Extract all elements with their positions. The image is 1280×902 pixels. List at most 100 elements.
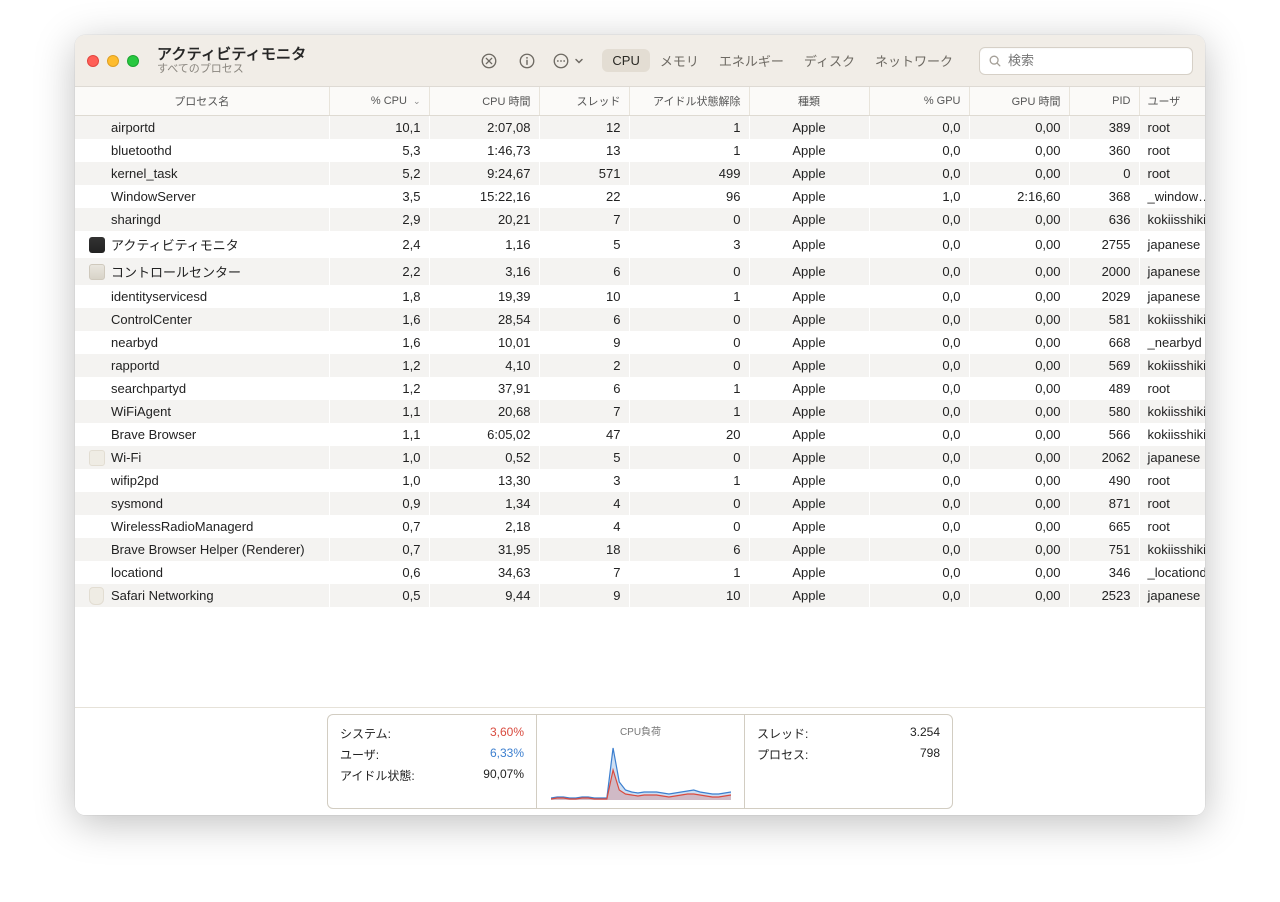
table-row[interactable]: identityservicesd 1,8 19,39 10 1 Apple 0… bbox=[75, 285, 1205, 308]
cpu-load-chart-panel: CPU負荷 bbox=[536, 715, 744, 808]
cell-threads: 4 bbox=[539, 492, 629, 515]
cell-gpu-percent: 0,0 bbox=[869, 285, 969, 308]
col-user[interactable]: ユーザ bbox=[1139, 87, 1205, 116]
cell-gpu-time: 0,00 bbox=[969, 538, 1069, 561]
cell-kind: Apple bbox=[749, 515, 869, 538]
table-row[interactable]: ControlCenter 1,6 28,54 6 0 Apple 0,0 0,… bbox=[75, 308, 1205, 331]
cell-process-name: WirelessRadioManagerd bbox=[75, 515, 329, 538]
cell-threads: 5 bbox=[539, 446, 629, 469]
table-row[interactable]: Brave Browser 1,1 6:05,02 47 20 Apple 0,… bbox=[75, 423, 1205, 446]
table-row[interactable]: wifip2pd 1,0 13,30 3 1 Apple 0,0 0,00 49… bbox=[75, 469, 1205, 492]
cell-gpu-percent: 0,0 bbox=[869, 139, 969, 162]
cell-cpu-percent: 1,1 bbox=[329, 423, 429, 446]
cell-process-name: locationd bbox=[75, 561, 329, 584]
cell-gpu-percent: 0,0 bbox=[869, 515, 969, 538]
cell-process-name: Brave Browser bbox=[75, 423, 329, 446]
cell-idle-wakeups: 0 bbox=[629, 331, 749, 354]
tab-energy[interactable]: エネルギー bbox=[709, 47, 794, 74]
col-process-name[interactable]: プロセス名 bbox=[75, 87, 329, 116]
app-icon bbox=[89, 237, 105, 253]
table-row[interactable]: sharingd 2,9 20,21 7 0 Apple 0,0 0,00 63… bbox=[75, 208, 1205, 231]
cell-user: root bbox=[1139, 377, 1205, 400]
cell-cpu-time: 9:24,67 bbox=[429, 162, 539, 185]
table-row[interactable]: bluetoothd 5,3 1:46,73 13 1 Apple 0,0 0,… bbox=[75, 139, 1205, 162]
sort-indicator-icon: ⌄ bbox=[413, 96, 421, 106]
cell-process-name: WindowServer bbox=[75, 185, 329, 208]
table-row[interactable]: WindowServer 3,5 15:22,16 22 96 Apple 1,… bbox=[75, 185, 1205, 208]
cell-user: root bbox=[1139, 116, 1205, 140]
search-input[interactable] bbox=[1008, 53, 1184, 68]
cell-kind: Apple bbox=[749, 492, 869, 515]
cell-gpu-time: 0,00 bbox=[969, 139, 1069, 162]
col-gpu-time[interactable]: GPU 時間 bbox=[969, 87, 1069, 116]
col-cpu-time[interactable]: CPU 時間 bbox=[429, 87, 539, 116]
minimize-button[interactable] bbox=[107, 55, 119, 67]
table-row[interactable]: コントロールセンター 2,2 3,16 6 0 Apple 0,0 0,00 2… bbox=[75, 258, 1205, 285]
search-field[interactable] bbox=[979, 47, 1193, 75]
cell-threads: 7 bbox=[539, 400, 629, 423]
cell-gpu-percent: 1,0 bbox=[869, 185, 969, 208]
table-row[interactable]: locationd 0,6 34,63 7 1 Apple 0,0 0,00 3… bbox=[75, 561, 1205, 584]
cell-pid: 751 bbox=[1069, 538, 1139, 561]
cell-idle-wakeups: 1 bbox=[629, 561, 749, 584]
cell-cpu-percent: 10,1 bbox=[329, 116, 429, 140]
cell-gpu-percent: 0,0 bbox=[869, 469, 969, 492]
more-options-button[interactable] bbox=[550, 48, 584, 74]
cell-pid: 368 bbox=[1069, 185, 1139, 208]
cell-process-name: アクティビティモニタ bbox=[75, 231, 329, 258]
table-row[interactable]: sysmond 0,9 1,34 4 0 Apple 0,0 0,00 871 … bbox=[75, 492, 1205, 515]
col-idle-wakeups[interactable]: アイドル状態解除 bbox=[629, 87, 749, 116]
table-row[interactable]: kernel_task 5,2 9:24,67 571 499 Apple 0,… bbox=[75, 162, 1205, 185]
col-kind[interactable]: 種類 bbox=[749, 87, 869, 116]
window-titles: アクティビティモニタ すべてのプロセス bbox=[157, 46, 306, 76]
cell-cpu-time: 13,30 bbox=[429, 469, 539, 492]
cell-kind: Apple bbox=[749, 116, 869, 140]
cell-gpu-percent: 0,0 bbox=[869, 584, 969, 607]
cell-gpu-time: 0,00 bbox=[969, 162, 1069, 185]
cell-cpu-time: 20,21 bbox=[429, 208, 539, 231]
close-button[interactable] bbox=[87, 55, 99, 67]
cell-pid: 360 bbox=[1069, 139, 1139, 162]
cell-threads: 18 bbox=[539, 538, 629, 561]
table-row[interactable]: Safari Networking 0,5 9,44 9 10 Apple 0,… bbox=[75, 584, 1205, 607]
tab-disk[interactable]: ディスク bbox=[794, 47, 865, 74]
cell-threads: 6 bbox=[539, 308, 629, 331]
table-row[interactable]: アクティビティモニタ 2,4 1,16 5 3 Apple 0,0 0,00 2… bbox=[75, 231, 1205, 258]
cell-cpu-time: 15:22,16 bbox=[429, 185, 539, 208]
cell-process-name: airportd bbox=[75, 116, 329, 140]
cell-pid: 566 bbox=[1069, 423, 1139, 446]
cell-gpu-time: 0,00 bbox=[969, 446, 1069, 469]
tab-memory[interactable]: メモリ bbox=[650, 47, 709, 74]
inspect-process-button[interactable] bbox=[512, 48, 542, 74]
cell-cpu-time: 4,10 bbox=[429, 354, 539, 377]
cell-pid: 668 bbox=[1069, 331, 1139, 354]
tab-cpu[interactable]: CPU bbox=[602, 49, 649, 72]
table-row[interactable]: airportd 10,1 2:07,08 12 1 Apple 0,0 0,0… bbox=[75, 116, 1205, 140]
table-row[interactable]: WiFiAgent 1,1 20,68 7 1 Apple 0,0 0,00 5… bbox=[75, 400, 1205, 423]
quit-process-button[interactable] bbox=[474, 48, 504, 74]
table-row[interactable]: WirelessRadioManagerd 0,7 2,18 4 0 Apple… bbox=[75, 515, 1205, 538]
tab-network[interactable]: ネットワーク bbox=[865, 47, 963, 74]
table-row[interactable]: nearbyd 1,6 10,01 9 0 Apple 0,0 0,00 668… bbox=[75, 331, 1205, 354]
col-threads[interactable]: スレッド bbox=[539, 87, 629, 116]
table-row[interactable]: Wi-Fi 1,0 0,52 5 0 Apple 0,0 0,00 2062 j… bbox=[75, 446, 1205, 469]
zoom-button[interactable] bbox=[127, 55, 139, 67]
cell-gpu-percent: 0,0 bbox=[869, 354, 969, 377]
cell-user: japanese bbox=[1139, 285, 1205, 308]
col-pid[interactable]: PID bbox=[1069, 87, 1139, 116]
cell-pid: 2000 bbox=[1069, 258, 1139, 285]
table-row[interactable]: rapportd 1,2 4,10 2 0 Apple 0,0 0,00 569… bbox=[75, 354, 1205, 377]
cell-user: kokiisshiki bbox=[1139, 538, 1205, 561]
column-header-row: プロセス名 % CPU⌄ CPU 時間 スレッド アイドル状態解除 種類 % G… bbox=[75, 87, 1205, 116]
table-row[interactable]: searchpartyd 1,2 37,91 6 1 Apple 0,0 0,0… bbox=[75, 377, 1205, 400]
cell-pid: 581 bbox=[1069, 308, 1139, 331]
col-gpu-percent[interactable]: % GPU bbox=[869, 87, 969, 116]
cell-idle-wakeups: 96 bbox=[629, 185, 749, 208]
cell-cpu-time: 2,18 bbox=[429, 515, 539, 538]
cell-cpu-percent: 5,2 bbox=[329, 162, 429, 185]
cell-idle-wakeups: 6 bbox=[629, 538, 749, 561]
table-row[interactable]: Brave Browser Helper (Renderer) 0,7 31,9… bbox=[75, 538, 1205, 561]
cell-process-name: wifip2pd bbox=[75, 469, 329, 492]
col-cpu-percent[interactable]: % CPU⌄ bbox=[329, 87, 429, 116]
cell-cpu-time: 10,01 bbox=[429, 331, 539, 354]
